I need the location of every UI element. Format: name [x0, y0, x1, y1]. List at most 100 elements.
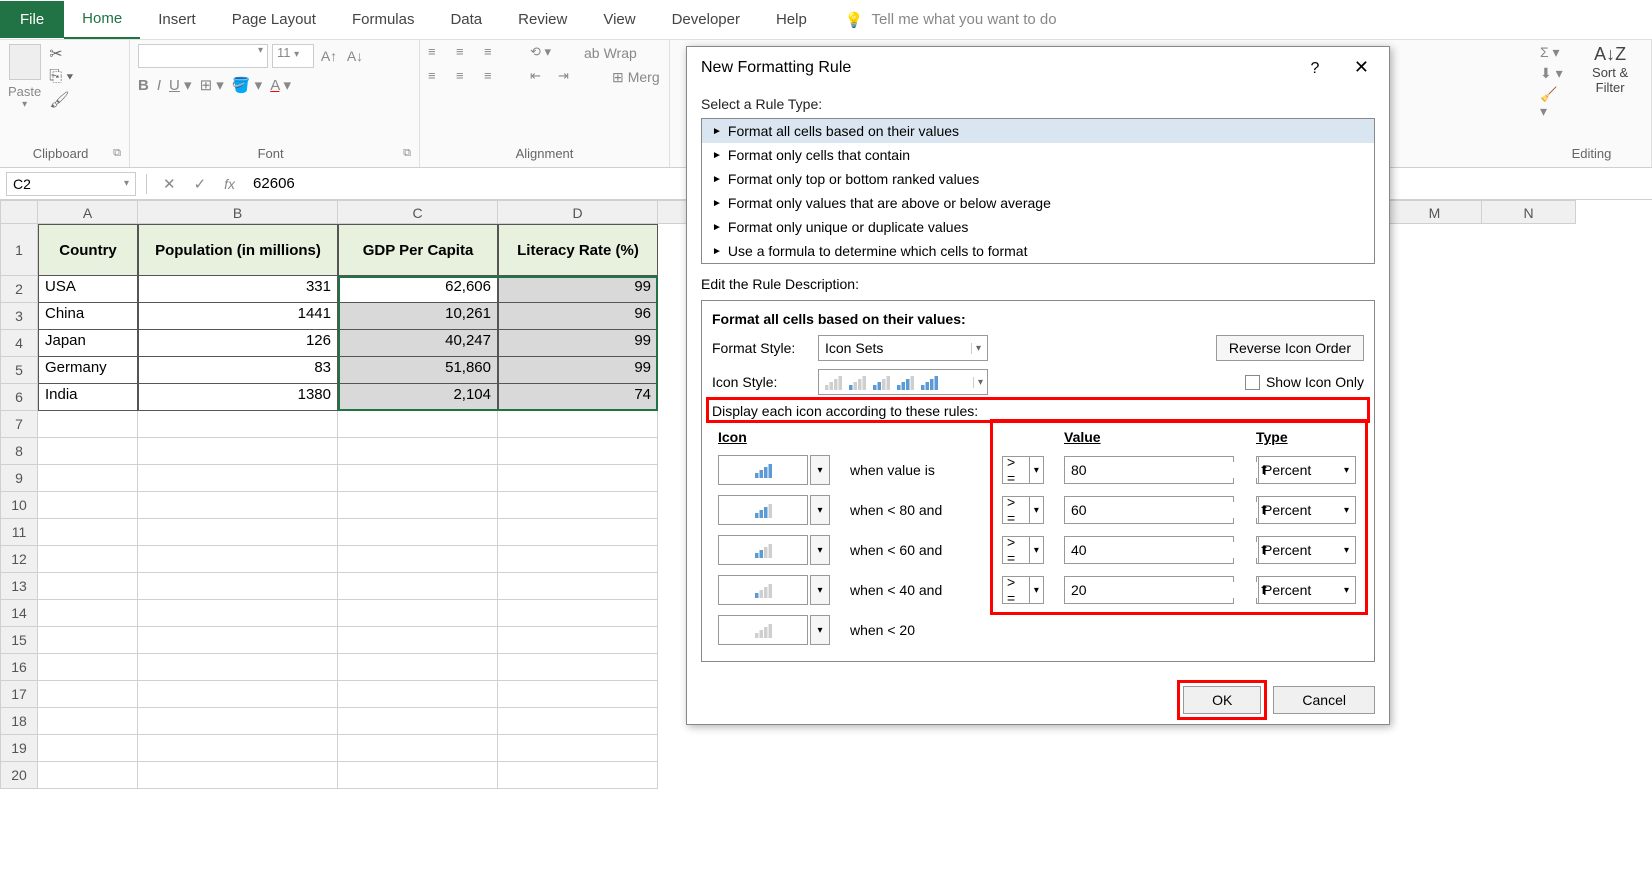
row-header-12[interactable]: 12: [0, 546, 38, 573]
rule-icon-dropdown[interactable]: ▾: [810, 535, 830, 565]
align-middle-icon[interactable]: ≡: [456, 44, 478, 62]
rule-icon-select[interactable]: [718, 575, 808, 605]
rule-type-select[interactable]: Percent▾: [1256, 536, 1356, 564]
format-style-select[interactable]: Icon Sets▾: [818, 335, 988, 361]
cell-D20[interactable]: [498, 762, 658, 789]
cell-C5[interactable]: 51,860: [338, 357, 498, 384]
cell-B17[interactable]: [138, 681, 338, 708]
rule-type-item[interactable]: ►Format only values that are above or be…: [702, 191, 1374, 215]
cell-C2[interactable]: 62,606: [338, 276, 498, 303]
col-header-A[interactable]: A: [38, 200, 138, 224]
tab-view[interactable]: View: [585, 1, 653, 38]
cell-C10[interactable]: [338, 492, 498, 519]
cut-icon[interactable]: ✂: [49, 44, 73, 64]
cell-D17[interactable]: [498, 681, 658, 708]
cell-D13[interactable]: [498, 573, 658, 600]
row-header-3[interactable]: 3: [0, 303, 38, 330]
decrease-font-icon[interactable]: A↓: [344, 45, 366, 67]
col-header-B[interactable]: B: [138, 200, 338, 224]
cell-C8[interactable]: [338, 438, 498, 465]
increase-indent-icon[interactable]: ⇥: [558, 68, 580, 86]
cell-D12[interactable]: [498, 546, 658, 573]
cell-A15[interactable]: [38, 627, 138, 654]
underline-button[interactable]: U ▾: [169, 76, 192, 94]
rule-operator-select[interactable]: > =▾: [1002, 576, 1044, 604]
font-size-select[interactable]: 11 ▾: [272, 44, 314, 68]
col-header-C[interactable]: C: [338, 200, 498, 224]
font-color-button[interactable]: A ▾: [270, 76, 291, 94]
cell-C3[interactable]: 10,261: [338, 303, 498, 330]
col-header-N[interactable]: N: [1482, 200, 1576, 224]
cell-B11[interactable]: [138, 519, 338, 546]
show-icon-only-checkbox[interactable]: Show Icon Only: [1245, 374, 1364, 390]
rule-operator-select[interactable]: > =▾: [1002, 536, 1044, 564]
paste-button[interactable]: Paste ▾: [8, 44, 41, 110]
row-header-10[interactable]: 10: [0, 492, 38, 519]
row-header-18[interactable]: 18: [0, 708, 38, 735]
cell-A10[interactable]: [38, 492, 138, 519]
cell-C20[interactable]: [338, 762, 498, 789]
cell-D9[interactable]: [498, 465, 658, 492]
cell-A16[interactable]: [38, 654, 138, 681]
reverse-icon-order-button[interactable]: Reverse Icon Order: [1216, 335, 1364, 361]
wrap-text-button[interactable]: abWrap: [584, 44, 637, 62]
cell-B9[interactable]: [138, 465, 338, 492]
cell-A20[interactable]: [38, 762, 138, 789]
cell-C19[interactable]: [338, 735, 498, 762]
cell-B1[interactable]: Population (in millions): [138, 224, 338, 276]
rule-icon-dropdown[interactable]: ▾: [810, 455, 830, 485]
cell-D5[interactable]: 99: [498, 357, 658, 384]
cell-A2[interactable]: USA: [38, 276, 138, 303]
align-left-icon[interactable]: ≡: [428, 68, 450, 86]
row-header-2[interactable]: 2: [0, 276, 38, 303]
merge-button[interactable]: ⊞ Merg: [612, 68, 660, 86]
cell-B20[interactable]: [138, 762, 338, 789]
cell-A13[interactable]: [38, 573, 138, 600]
rule-icon-dropdown[interactable]: ▾: [810, 575, 830, 605]
autosum-icon[interactable]: Σ ▾: [1540, 44, 1567, 61]
row-header-7[interactable]: 7: [0, 411, 38, 438]
cell-B10[interactable]: [138, 492, 338, 519]
rule-type-item[interactable]: ►Format only cells that contain: [702, 143, 1374, 167]
rule-operator-select[interactable]: > =▾: [1002, 456, 1044, 484]
cell-B4[interactable]: 126: [138, 330, 338, 357]
row-header-14[interactable]: 14: [0, 600, 38, 627]
row-header-19[interactable]: 19: [0, 735, 38, 762]
cell-D3[interactable]: 96: [498, 303, 658, 330]
cell-A17[interactable]: [38, 681, 138, 708]
cell-D14[interactable]: [498, 600, 658, 627]
enter-formula-icon[interactable]: ✓: [188, 175, 213, 193]
row-header-15[interactable]: 15: [0, 627, 38, 654]
rule-value-input[interactable]: ⬆: [1064, 496, 1234, 524]
copy-icon[interactable]: ⎘ ▾: [49, 68, 73, 86]
row-header-11[interactable]: 11: [0, 519, 38, 546]
font-name-select[interactable]: ▾: [138, 44, 268, 68]
row-header-1[interactable]: 1: [0, 224, 38, 276]
cell-D15[interactable]: [498, 627, 658, 654]
cell-B15[interactable]: [138, 627, 338, 654]
row-header-8[interactable]: 8: [0, 438, 38, 465]
row-header-6[interactable]: 6: [0, 384, 38, 411]
borders-button[interactable]: ⊞ ▾: [200, 76, 224, 94]
name-box[interactable]: C2▾: [6, 172, 136, 196]
row-header-5[interactable]: 5: [0, 357, 38, 384]
tab-page-layout[interactable]: Page Layout: [214, 1, 334, 38]
rule-icon-select[interactable]: [718, 495, 808, 525]
rule-type-select[interactable]: Percent▾: [1256, 456, 1356, 484]
cell-B5[interactable]: 83: [138, 357, 338, 384]
cell-C9[interactable]: [338, 465, 498, 492]
col-header-D[interactable]: D: [498, 200, 658, 224]
decrease-indent-icon[interactable]: ⇤: [530, 68, 552, 86]
tab-review[interactable]: Review: [500, 1, 585, 38]
align-bottom-icon[interactable]: ≡: [484, 44, 506, 62]
cell-C16[interactable]: [338, 654, 498, 681]
row-header-4[interactable]: 4: [0, 330, 38, 357]
icon-style-select[interactable]: ▾: [818, 369, 988, 395]
tab-data[interactable]: Data: [432, 1, 500, 38]
cell-B13[interactable]: [138, 573, 338, 600]
tab-insert[interactable]: Insert: [140, 1, 214, 38]
insert-function-icon[interactable]: fx: [218, 176, 241, 192]
cell-A8[interactable]: [38, 438, 138, 465]
cell-C6[interactable]: 2,104: [338, 384, 498, 411]
rule-icon-dropdown[interactable]: ▾: [810, 615, 830, 645]
